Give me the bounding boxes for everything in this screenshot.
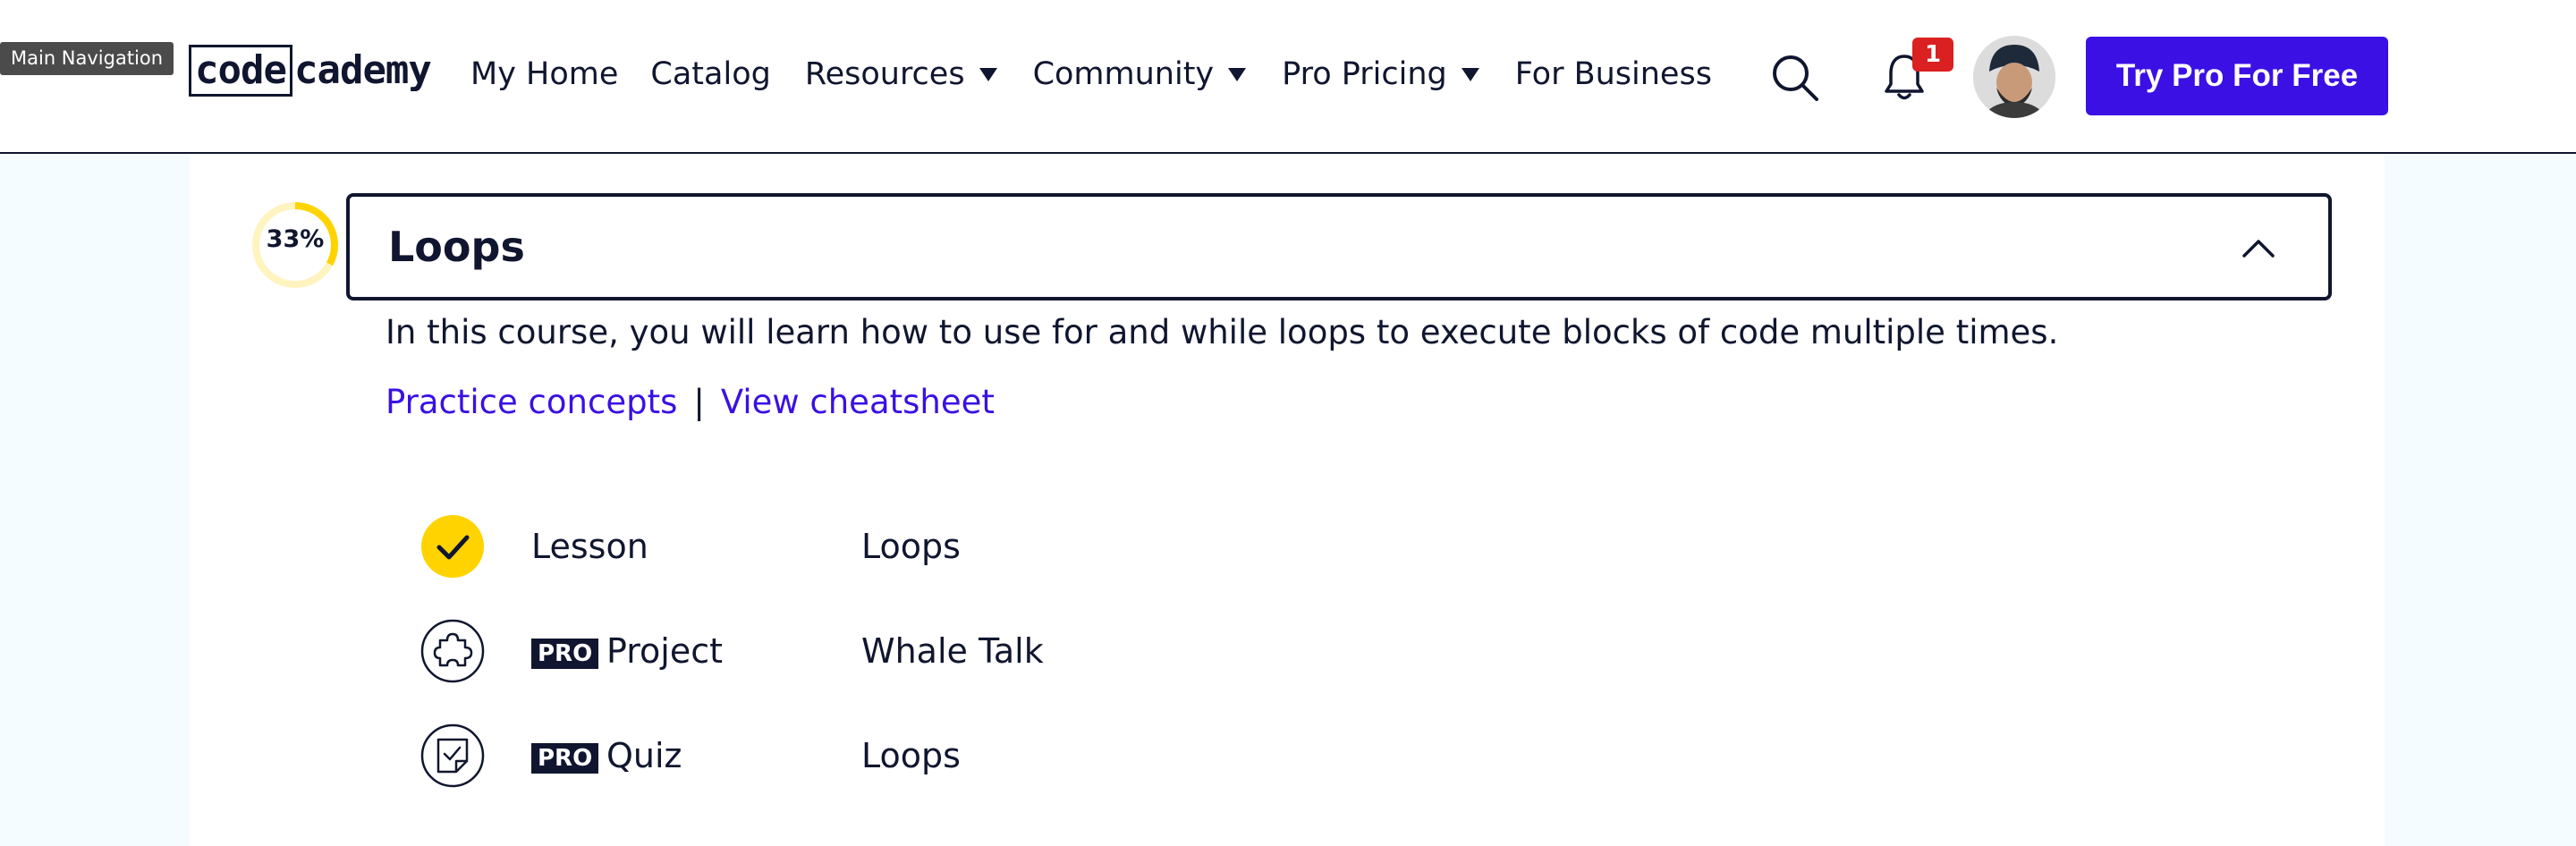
logo-code-box: code <box>189 45 292 97</box>
try-pro-for-free-button[interactable]: Try Pro For Free <box>2086 37 2388 115</box>
nav-catalog-label: Catalog <box>650 56 771 92</box>
nav-my-home-label: My Home <box>470 56 619 92</box>
nav-resources-dropdown[interactable]: Resources <box>805 56 997 92</box>
module-item-name: Whale Talk <box>861 631 1044 671</box>
module-item-lesson[interactable]: Lesson Loops <box>420 514 1673 579</box>
pro-badge: PRO <box>531 639 599 669</box>
module-item-type: Quiz <box>606 736 682 775</box>
module-item-project[interactable]: PRO Project Whale Talk <box>420 619 1673 683</box>
puzzle-icon <box>420 619 485 683</box>
nav-catalog[interactable]: Catalog <box>650 56 770 92</box>
nav-community-dropdown[interactable]: Community <box>1033 56 1247 92</box>
check-icon <box>421 515 484 578</box>
practice-concepts-link[interactable]: Practice concepts <box>386 383 677 421</box>
user-avatar[interactable] <box>1973 36 2055 118</box>
nav-pro-pricing-label: Pro Pricing <box>1282 56 1447 92</box>
notification-count-badge: 1 <box>1912 38 1953 72</box>
nav-community-label: Community <box>1032 56 1215 92</box>
module-item-name: Loops <box>861 736 961 775</box>
module-description: In this course, you will learn how to us… <box>386 313 2059 351</box>
module-item-quiz[interactable]: PRO Quiz Loops <box>420 723 1673 788</box>
module-accordion-header[interactable]: Loops <box>346 193 2332 300</box>
logo-cademy-text: cademy <box>293 47 432 93</box>
module-item-type: Lesson <box>531 527 648 566</box>
view-cheatsheet-link[interactable]: View cheatsheet <box>721 383 995 421</box>
nav-resources-label: Resources <box>804 56 965 92</box>
main-header: Main Navigation code cademy My Home Cata… <box>0 0 2576 154</box>
pro-badge: PRO <box>531 743 599 774</box>
nav-pro-pricing-dropdown[interactable]: Pro Pricing <box>1282 56 1479 92</box>
caret-down-icon <box>1461 67 1479 81</box>
nav-for-business-label: For Business <box>1514 56 1712 92</box>
module-title: Loops <box>388 223 525 271</box>
codecademy-logo[interactable]: code cademy <box>189 45 432 97</box>
module-links: Practice concepts | View cheatsheet <box>386 383 995 421</box>
main-navigation-tooltip: Main Navigation <box>0 42 174 75</box>
nav-for-business[interactable]: For Business <box>1515 56 1712 92</box>
quiz-icon <box>420 723 485 788</box>
search-icon[interactable] <box>1771 54 1819 102</box>
progress-percent-label: 33% <box>266 225 325 253</box>
module-item-name: Loops <box>861 527 961 566</box>
caret-down-icon <box>979 67 997 81</box>
main-navigation: My Home Catalog Resources Community Pro … <box>470 45 1712 104</box>
links-separator: | <box>693 383 705 421</box>
caret-down-icon <box>1228 67 1247 81</box>
chevron-up-icon[interactable] <box>2239 229 2278 268</box>
avatar-image <box>1973 36 2055 118</box>
nav-my-home[interactable]: My Home <box>470 56 618 92</box>
module-item-type: Project <box>606 631 724 671</box>
